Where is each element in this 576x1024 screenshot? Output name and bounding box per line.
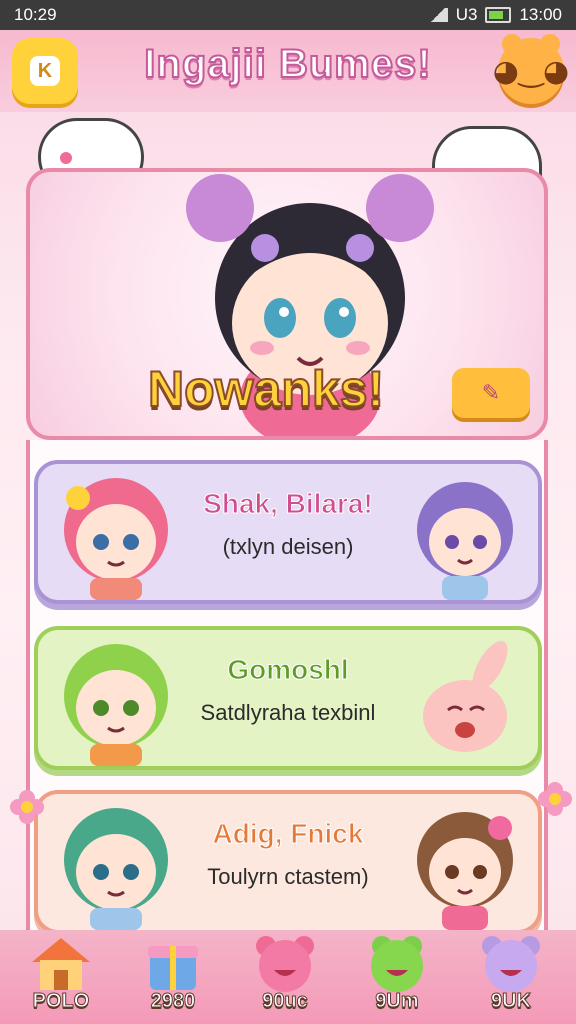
- status-icons: U3 13:00: [427, 5, 562, 25]
- menu-card-2[interactable]: Gomoshl Satdlyraha texbinl: [34, 626, 542, 770]
- gift-box-icon: [148, 946, 198, 990]
- status-label: U3: [455, 5, 478, 24]
- nav-label-home: POLO: [32, 990, 90, 1013]
- flower-icon: [10, 790, 44, 824]
- green-frog-icon: [371, 936, 423, 992]
- pink-bunny-icon: [423, 641, 508, 752]
- brown-hair-character-icon: [417, 812, 513, 930]
- nav-item-purple-bear[interactable]: 9UK: [456, 932, 566, 1024]
- nav-label-purple-bear: 9UK: [490, 990, 531, 1013]
- signal-icon: [427, 8, 448, 22]
- nav-label-frog: 9Um: [375, 990, 419, 1013]
- menu-card-1[interactable]: Shak, Bilara! (txlyn deisen): [34, 460, 542, 604]
- hero-banner: Nowanks! ✎: [26, 168, 548, 440]
- menu-card-3[interactable]: Adig, Fnick Toulyrn ctastem): [34, 790, 542, 934]
- bear-face-icon: ◕‿◕: [492, 53, 570, 89]
- hero-banner-text: Nowanks!: [147, 360, 385, 418]
- purple-bear-icon: [482, 936, 540, 992]
- house-icon: [32, 938, 90, 990]
- nav-item-pink-bear[interactable]: 90uc: [230, 932, 340, 1024]
- bear-menu-button[interactable]: ◕‿◕: [493, 34, 569, 104]
- nav-item-home[interactable]: POLO: [6, 932, 116, 1024]
- flower-icon: [538, 782, 572, 816]
- profile-letter: K: [30, 56, 60, 86]
- ticket-button[interactable]: ✎: [452, 368, 530, 418]
- ticket-icon: ✎: [481, 380, 501, 406]
- pink-bear-icon: [256, 936, 314, 992]
- status-bar: 10:29 U3 13:00: [0, 0, 576, 30]
- heart-icon: [60, 152, 72, 164]
- purple-hair-character-icon: [417, 482, 513, 600]
- nav-item-frog[interactable]: 9Um: [342, 932, 452, 1024]
- status-time-right: 13:00: [519, 5, 562, 24]
- status-time-left: 10:29: [14, 5, 57, 24]
- profile-star-button[interactable]: K: [12, 38, 78, 104]
- nav-item-gift[interactable]: 2980: [118, 932, 228, 1024]
- nav-label-gift: 2980: [150, 990, 196, 1013]
- game-title: Ingajii Bumes!: [143, 41, 432, 87]
- nav-label-pink-bear: 90uc: [262, 990, 309, 1013]
- battery-icon: [485, 7, 512, 23]
